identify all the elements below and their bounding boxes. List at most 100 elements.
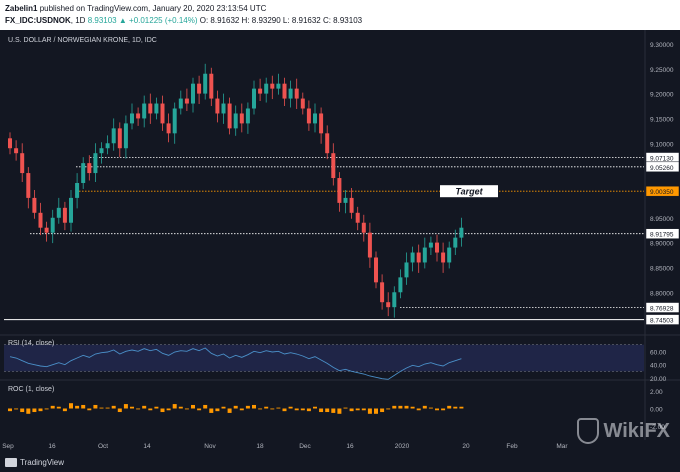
tradingview-logo-icon bbox=[5, 458, 17, 467]
last-price: 8.93103 bbox=[87, 16, 117, 25]
ohlc-values: O: 8.91632 H: 8.93290 L: 8.91632 C: 8.93… bbox=[199, 16, 363, 25]
roc-tick-label: 0.00 bbox=[650, 407, 663, 414]
publisher-name[interactable]: Zabelin1 bbox=[5, 4, 37, 13]
roc-bar bbox=[136, 408, 141, 410]
candle-body bbox=[233, 113, 238, 129]
roc-bar bbox=[123, 404, 128, 409]
time-tick-label: Sep bbox=[2, 443, 14, 450]
roc-bar bbox=[386, 408, 391, 410]
candle-body bbox=[166, 123, 171, 134]
roc-bar bbox=[32, 408, 37, 413]
price-pane[interactable]: U.S. DOLLAR / NORWEGIAN KRONE, 1D, IDC Ta… bbox=[0, 30, 680, 440]
price-axis[interactable]: 9.300009.250009.200009.150009.100009.050… bbox=[645, 42, 680, 431]
candle-body bbox=[81, 163, 86, 183]
roc-bar bbox=[130, 406, 134, 409]
roc-bar bbox=[99, 407, 104, 409]
roc-pane[interactable]: ROC (1, close) bbox=[8, 386, 464, 414]
time-axis[interactable]: Sep 16 Oct 14 Nov 18 Dec 16 2020 20 Feb Mar bbox=[2, 443, 568, 450]
roc-bar bbox=[160, 408, 165, 413]
candle-body bbox=[441, 252, 446, 263]
candle-body bbox=[392, 292, 397, 308]
price-tick-label: 8.90000 bbox=[650, 241, 674, 248]
candle-body bbox=[349, 197, 354, 213]
candle-body bbox=[38, 212, 43, 228]
roc-bar bbox=[197, 408, 202, 411]
roc-bar bbox=[209, 408, 214, 413]
candle-body bbox=[111, 128, 116, 144]
candle-body bbox=[374, 257, 378, 283]
candle-body bbox=[361, 222, 366, 233]
candle-body bbox=[306, 108, 311, 124]
time-tick-label: 18 bbox=[256, 443, 264, 450]
roc-bar bbox=[288, 406, 293, 409]
candle-body bbox=[32, 197, 37, 213]
interval-label: 1D bbox=[75, 16, 86, 25]
candle-body bbox=[398, 277, 403, 293]
candle-body bbox=[386, 302, 391, 308]
roc-bar bbox=[8, 408, 12, 412]
roc-bar bbox=[172, 404, 177, 409]
target-annotation: Target bbox=[455, 187, 483, 197]
candle-body bbox=[117, 128, 122, 149]
roc-bar bbox=[428, 407, 433, 409]
roc-bar bbox=[367, 408, 372, 414]
candle-body bbox=[404, 262, 409, 278]
time-tick-label: Mar bbox=[556, 443, 568, 450]
roc-bar bbox=[105, 407, 110, 409]
roc-bar bbox=[184, 408, 189, 410]
roc-bar bbox=[239, 408, 244, 411]
roc-bar bbox=[154, 406, 159, 409]
candle-body bbox=[69, 197, 73, 223]
roc-pane-title: ROC (1, close) bbox=[8, 386, 54, 393]
price-tick-label: 9.25000 bbox=[650, 67, 674, 74]
candle-body bbox=[8, 138, 12, 149]
candle-body bbox=[367, 232, 372, 258]
candle-body bbox=[288, 88, 293, 99]
price-tick-label: 8.95000 bbox=[650, 216, 674, 223]
candle-body bbox=[87, 163, 92, 174]
rsi-pane[interactable]: RSI (14, close) bbox=[4, 340, 644, 380]
roc-bar bbox=[38, 408, 43, 412]
roc-bar bbox=[227, 408, 232, 413]
roc-bar bbox=[178, 406, 183, 409]
rsi-tick-label: 20.00 bbox=[650, 376, 667, 383]
time-tick-label: Nov bbox=[204, 443, 216, 450]
time-tick-label: 20 bbox=[462, 443, 470, 450]
roc-bar bbox=[87, 408, 92, 411]
tradingview-footer: TradingView bbox=[0, 455, 680, 472]
candle-body bbox=[410, 252, 415, 263]
roc-bar bbox=[221, 406, 226, 409]
up-arrow-icon: ▲ bbox=[118, 16, 127, 25]
rsi-band-fill bbox=[4, 344, 644, 372]
candle-body bbox=[453, 237, 458, 248]
shield-icon bbox=[576, 418, 599, 444]
candle-body bbox=[203, 73, 208, 94]
price-change: +0.01225 (+0.14%) bbox=[129, 16, 198, 25]
roc-bar bbox=[44, 408, 49, 410]
roc-bar bbox=[75, 405, 80, 409]
roc-bar bbox=[282, 408, 287, 412]
roc-bar bbox=[93, 404, 98, 409]
candle-body bbox=[215, 98, 220, 114]
candle-body bbox=[435, 242, 439, 253]
time-tick-label: Dec bbox=[299, 443, 311, 450]
level-label: 9.05260 bbox=[650, 165, 674, 172]
candle-body bbox=[62, 207, 67, 223]
candle-body bbox=[355, 212, 360, 223]
roc-bar bbox=[111, 405, 116, 409]
roc-bar bbox=[142, 405, 147, 409]
candle-body bbox=[447, 247, 452, 263]
roc-bar bbox=[416, 408, 421, 411]
wikifx-watermark: WikiFX bbox=[576, 418, 670, 444]
candle-body bbox=[337, 178, 342, 203]
roc-bar bbox=[81, 404, 86, 409]
candle-body bbox=[184, 98, 189, 104]
candle-body bbox=[276, 83, 281, 89]
time-tick-label: Feb bbox=[506, 443, 518, 450]
candle-body bbox=[44, 227, 49, 233]
time-tick-label: 2020 bbox=[395, 443, 410, 450]
chart-area[interactable]: U.S. DOLLAR / NORWEGIAN KRONE, 1D, IDC Ta… bbox=[0, 30, 680, 455]
rsi-tick-label: 40.00 bbox=[650, 363, 667, 370]
roc-bar bbox=[410, 406, 415, 409]
roc-bar bbox=[459, 406, 464, 409]
